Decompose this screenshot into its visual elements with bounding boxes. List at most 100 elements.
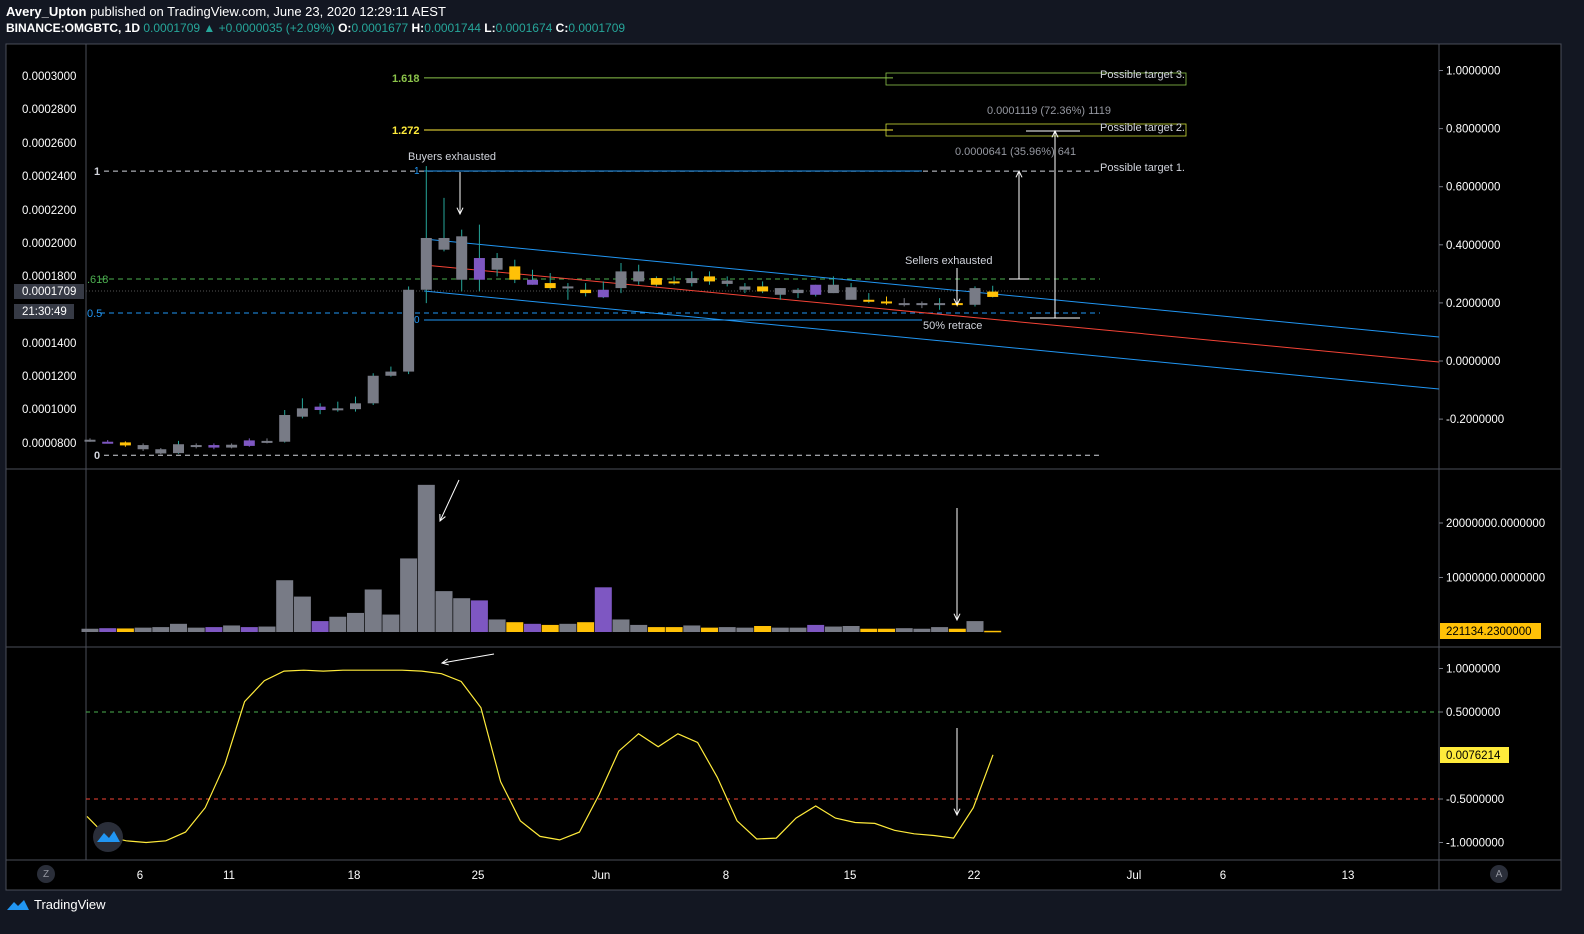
candle-body[interactable] [916, 303, 928, 306]
candle-body[interactable] [84, 439, 96, 442]
volume-bar[interactable] [134, 627, 152, 632]
candle-body[interactable] [173, 444, 184, 454]
candle-body[interactable] [102, 441, 114, 444]
candle-body[interactable] [827, 284, 839, 294]
footer-brand[interactable]: TradingView [6, 897, 106, 912]
volume-bar[interactable] [400, 558, 418, 632]
candle-body[interactable] [296, 408, 308, 417]
volume-bar[interactable] [789, 627, 807, 632]
volume-bar[interactable] [258, 626, 276, 632]
candle-body[interactable] [792, 289, 804, 294]
volume-bar[interactable] [170, 623, 187, 632]
volume-bar[interactable] [116, 628, 134, 632]
volume-bar[interactable] [842, 626, 860, 632]
candle-body[interactable] [845, 287, 857, 300]
candle-body[interactable] [314, 406, 326, 410]
volume-bar[interactable] [364, 589, 382, 632]
volume-bar[interactable] [630, 624, 648, 632]
candle-body[interactable] [350, 403, 361, 410]
volume-bar[interactable] [701, 627, 718, 632]
candle-body[interactable] [473, 258, 485, 280]
candle-body[interactable] [279, 415, 291, 442]
candle-body[interactable] [881, 301, 892, 304]
volume-bar[interactable] [948, 628, 966, 632]
candle-body[interactable] [739, 286, 751, 290]
volume-bar[interactable] [488, 619, 506, 632]
symbol-name[interactable]: BINANCE:OMGBTC, 1D [6, 21, 140, 35]
volume-bar[interactable] [187, 627, 205, 632]
candle-body[interactable] [633, 271, 645, 282]
candle-body[interactable] [863, 299, 875, 302]
candle-body[interactable] [456, 236, 468, 280]
candle-body[interactable] [597, 289, 609, 298]
volume-bar[interactable] [541, 624, 559, 632]
volume-bar[interactable] [931, 627, 949, 632]
candle-body[interactable] [243, 440, 255, 446]
volume-bar[interactable] [913, 628, 931, 632]
volume-bar[interactable] [470, 600, 488, 632]
volume-bar[interactable] [895, 628, 913, 632]
volume-bar[interactable] [223, 625, 241, 632]
volume-bar[interactable] [524, 623, 541, 632]
volume-bar[interactable] [347, 612, 364, 632]
auto-scale-button[interactable]: A [1490, 865, 1508, 883]
volume-bar[interactable] [665, 627, 683, 632]
candle-body[interactable] [650, 278, 662, 285]
volume-bar[interactable] [718, 627, 736, 632]
candle-body[interactable] [226, 444, 238, 448]
volume-bar[interactable] [984, 630, 1002, 633]
volume-bar[interactable] [577, 622, 595, 632]
volume-bar[interactable] [293, 596, 311, 632]
candle-body[interactable] [934, 303, 946, 306]
candle-body[interactable] [668, 281, 680, 284]
volume-bar[interactable] [736, 627, 754, 632]
volume-bar[interactable] [824, 626, 842, 632]
zoom-toggle-button[interactable]: Z [37, 865, 55, 883]
candle-body[interactable] [580, 289, 592, 294]
volume-bar[interactable] [506, 622, 524, 632]
candle-body[interactable] [137, 445, 149, 450]
candle-body[interactable] [119, 442, 131, 446]
volume-bar[interactable] [594, 587, 612, 632]
candle-body[interactable] [704, 276, 715, 282]
volume-bar[interactable] [559, 623, 577, 632]
volume-bar[interactable] [860, 628, 878, 632]
candle-body[interactable] [208, 445, 220, 448]
candle-body[interactable] [155, 449, 167, 454]
candle-body[interactable] [987, 291, 999, 297]
candle-body[interactable] [898, 303, 910, 306]
candle-body[interactable] [491, 258, 503, 270]
candle-body[interactable] [527, 279, 538, 285]
candle-body[interactable] [686, 278, 698, 284]
candle-body[interactable] [367, 375, 379, 404]
candle-body[interactable] [757, 286, 769, 292]
publisher-name[interactable]: Avery_Upton [6, 4, 86, 19]
candle-body[interactable] [509, 266, 521, 280]
volume-bar[interactable] [878, 628, 895, 632]
volume-bar[interactable] [754, 626, 772, 632]
candle-body[interactable] [420, 237, 432, 290]
volume-bar[interactable] [683, 625, 701, 632]
volume-bar[interactable] [205, 627, 223, 632]
candle-body[interactable] [810, 284, 822, 295]
candle-body[interactable] [721, 280, 733, 284]
volume-bar[interactable] [966, 621, 984, 632]
candle-body[interactable] [544, 283, 556, 289]
volume-bar[interactable] [647, 627, 665, 632]
volume-bar[interactable] [417, 484, 435, 632]
volume-bar[interactable] [99, 628, 117, 632]
volume-bar[interactable] [382, 614, 400, 632]
candle-body[interactable] [332, 408, 344, 411]
candle-body[interactable] [261, 440, 273, 443]
volume-bar[interactable] [311, 621, 329, 632]
candle-body[interactable] [615, 271, 627, 289]
candle-body[interactable] [403, 289, 415, 372]
candle-body[interactable] [969, 288, 981, 305]
volume-bar[interactable] [807, 624, 825, 632]
candle-body[interactable] [438, 237, 450, 250]
volume-bar[interactable] [435, 591, 453, 632]
volume-bar[interactable] [152, 627, 170, 632]
volume-bar[interactable] [612, 619, 630, 632]
chart-canvas[interactable]: 1.618 1.272 1 0 .618 0.5 1 0 Buyers exhausted Se… [0, 0, 1584, 934]
candle-body[interactable] [562, 286, 574, 289]
